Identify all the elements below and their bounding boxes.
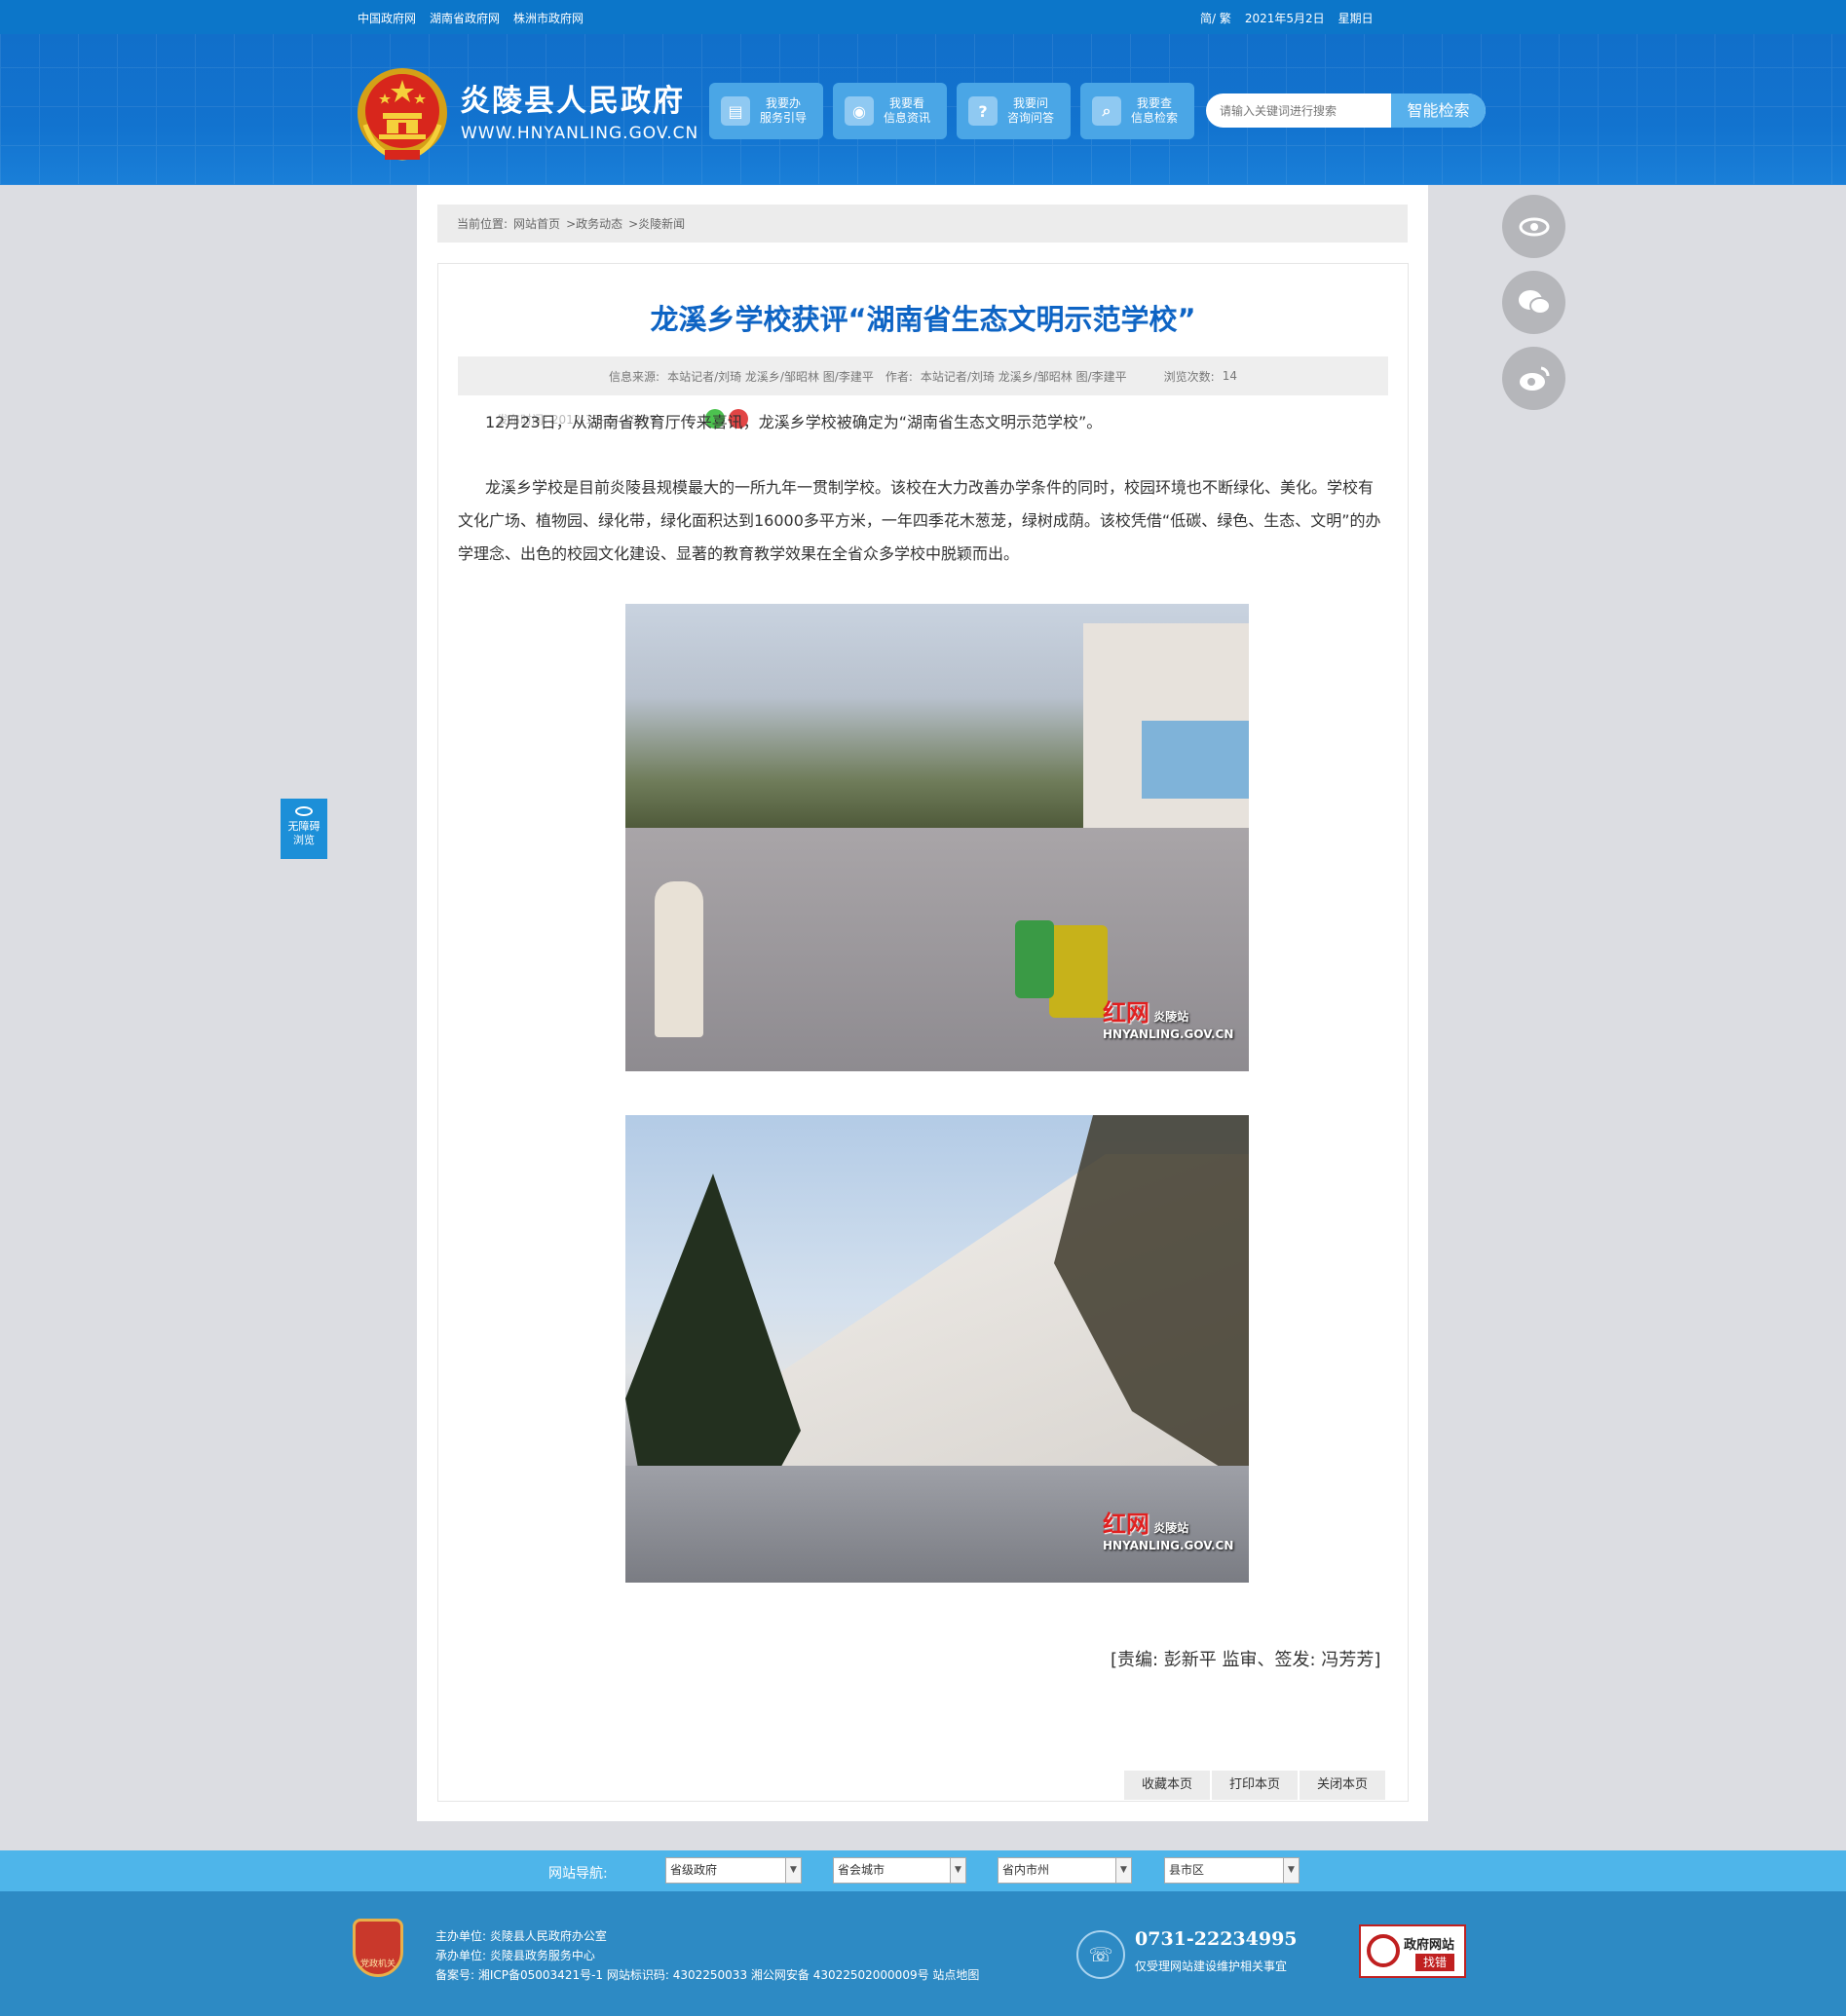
breadcrumb-home[interactable]: 网站首页	[513, 215, 560, 232]
search-button[interactable]: 智能检索	[1391, 93, 1486, 128]
organizer-unit: 承办单位: 炎陵县政务服务中心	[435, 1949, 595, 1962]
select-value: 县市区	[1169, 1863, 1205, 1877]
select-county[interactable]: 县市区 ▼	[1164, 1857, 1300, 1884]
wechat-icon[interactable]	[1502, 271, 1565, 334]
favorite-button[interactable]: 收藏本页	[1124, 1771, 1210, 1800]
article-paragraph-1: 12月23日，从湖南省教育厅传来喜讯，龙溪乡学校被确定为“湖南省生态文明示范学校…	[485, 413, 1103, 431]
chevron-down-icon: ▼	[1115, 1858, 1131, 1883]
lang-switch[interactable]: 简/ 繁	[1200, 10, 1231, 26]
chevron-down-icon: ▼	[950, 1858, 965, 1883]
views-label: 浏览次数:	[1163, 369, 1215, 384]
breadcrumb-category[interactable]: >炎陵新闻	[628, 215, 685, 232]
billboard	[1142, 721, 1249, 799]
search-input[interactable]	[1206, 93, 1391, 128]
accessibility-button[interactable]: 无障碍 浏览	[281, 799, 327, 859]
quick-link-subtitle: 咨询问答	[1007, 111, 1055, 125]
site-title: 炎陵县人民政府	[460, 84, 685, 119]
article-actions: 收藏本页 打印本页 关闭本页	[1124, 1771, 1385, 1800]
source-value: 本站记者/刘琦 龙溪乡/邹昭林 图/李建平	[667, 369, 874, 384]
quick-link-search[interactable]: ⌕ 我要查 信息检索	[1080, 83, 1194, 139]
author-label: 作者:	[885, 369, 913, 384]
phone-icon: ☏	[1076, 1930, 1125, 1979]
author-value: 本站记者/刘琦 龙溪乡/邹昭林 图/李建平	[920, 369, 1127, 384]
search-box: 智能检索	[1206, 93, 1486, 128]
article-photo-building: 红网 炎陵站 HNYANLING.GOV.CN	[625, 1115, 1249, 1583]
select-value: 省内市州	[1002, 1863, 1050, 1877]
party-gov-badge-icon[interactable]: 党政机关	[353, 1919, 403, 1977]
quick-link-ask[interactable]: ? 我要问 咨询问答	[957, 83, 1071, 139]
select-value: 省级政府	[670, 1863, 718, 1877]
watermark: 红网 炎陵站 HNYANLING.GOV.CN	[1103, 999, 1234, 1041]
eye-icon[interactable]	[1502, 195, 1565, 258]
gov-site-label: 政府网站	[1404, 1938, 1455, 1953]
pine-tree	[625, 1174, 801, 1495]
link-china-gov[interactable]: 中国政府网	[358, 10, 416, 26]
quick-link-service[interactable]: ▤ 我要办 服务引导	[709, 83, 823, 139]
site-footer: 党政机关 主办单位: 炎陵县人民政府办公室 承办单位: 炎陵县政务服务中心 备案…	[0, 1891, 1846, 2016]
trash-bin	[1015, 920, 1054, 998]
quick-link-title: 我要查	[1137, 96, 1173, 110]
contact-note: 仅受理网站建设维护相关事宜	[1135, 1960, 1288, 1973]
quick-link-subtitle: 服务引导	[760, 111, 808, 125]
views-count: 14	[1222, 369, 1237, 383]
top-links: 中国政府网 湖南省政府网 株洲市政府网	[358, 10, 584, 26]
footer-info: 主办单位: 炎陵县人民政府办公室 承办单位: 炎陵县政务服务中心 备案号: 湘I…	[435, 1926, 979, 1985]
article-title: 龙溪乡学校获评“湖南省生态文明示范学校”	[650, 303, 1196, 336]
child	[655, 881, 703, 1037]
breadcrumb-section[interactable]: >政务动态	[566, 215, 622, 232]
current-date: 2021年5月2日	[1244, 12, 1325, 25]
site-nav-bar: 网站导航: 省级政府 ▼ 省会城市 ▼ 省内市州 ▼ 县市区 ▼	[0, 1850, 1846, 1891]
quick-link-title: 我要问	[1013, 96, 1049, 110]
accessibility-label: 浏览	[293, 834, 315, 846]
chevron-down-icon: ▼	[1283, 1858, 1299, 1883]
article-photo-courtyard: 红网 炎陵站 HNYANLING.GOV.CN	[625, 604, 1249, 1071]
eye-icon: ◉	[845, 96, 874, 126]
select-value: 省会城市	[838, 1863, 885, 1877]
badge-text: 党政机关	[359, 1960, 396, 1969]
breadcrumb-prefix: 当前位置:	[457, 217, 509, 231]
document-icon: ▤	[721, 96, 750, 126]
editor-credit: [责编: 彭新平 监审、签发: 冯芳芳]	[1111, 1650, 1381, 1670]
record-info: 备案号: 湘ICP备05003421号-1 网站标识码: 4302250033 …	[435, 1968, 980, 1982]
site-nav-label: 网站导航:	[548, 1866, 608, 1882]
print-button[interactable]: 打印本页	[1212, 1771, 1298, 1800]
link-hunan-gov[interactable]: 湖南省政府网	[430, 10, 500, 26]
select-provincial-gov[interactable]: 省级政府 ▼	[665, 1857, 802, 1884]
site-header: 炎陵县人民政府 WWW.HNYANLING.GOV.CN ▤ 我要办 服务引导 ◉…	[0, 34, 1846, 185]
article-meta: 信息来源: 本站记者/刘琦 龙溪乡/邹昭林 图/李建平 作者: 本站记者/刘琦 …	[458, 356, 1388, 395]
close-button[interactable]: 关闭本页	[1300, 1771, 1385, 1800]
watermark: 红网 炎陵站 HNYANLING.GOV.CN	[1103, 1511, 1234, 1552]
quick-link-title: 我要办	[766, 96, 802, 110]
accessibility-label: 无障碍	[287, 820, 320, 833]
quick-link-subtitle: 信息资讯	[884, 111, 931, 125]
top-right: 简/ 繁 2021年5月2日 星期日	[1200, 10, 1374, 26]
report-error-label: 找错	[1415, 1954, 1454, 1971]
chevron-down-icon: ▼	[785, 1858, 801, 1883]
search-icon: ⌕	[1092, 96, 1121, 126]
site-url: WWW.HNYANLING.GOV.CN	[461, 124, 699, 143]
gov-site-error-report[interactable]: 政府网站 找错	[1359, 1924, 1466, 1978]
link-zhuzhou-gov[interactable]: 株洲市政府网	[513, 10, 584, 26]
current-weekday: 星期日	[1337, 12, 1374, 25]
magnifier-icon	[1367, 1934, 1400, 1967]
national-emblem-icon	[358, 68, 447, 161]
eye-icon	[295, 806, 313, 816]
question-icon: ?	[968, 96, 998, 126]
source-label: 信息来源:	[609, 369, 660, 384]
top-bar: 中国政府网 湖南省政府网 株洲市政府网 简/ 繁 2021年5月2日 星期日	[0, 0, 1846, 34]
breadcrumb: 当前位置: 网站首页 >政务动态 >炎陵新闻	[437, 205, 1408, 243]
quick-link-title: 我要看	[889, 96, 925, 110]
host-unit: 主办单位: 炎陵县人民政府办公室	[435, 1929, 607, 1943]
select-prefecture[interactable]: 省内市州 ▼	[998, 1857, 1132, 1884]
article-paragraph-2: 龙溪乡学校是目前炎陵县规模最大的一所九年一贯制学校。该校在大力改善办学条件的同时…	[458, 478, 1381, 563]
select-capital-city[interactable]: 省会城市 ▼	[833, 1857, 966, 1884]
contact-phone: 0731-22234995	[1135, 1928, 1298, 1950]
quick-link-info[interactable]: ◉ 我要看 信息资讯	[833, 83, 947, 139]
weibo-icon[interactable]	[1502, 347, 1565, 410]
trash-bin	[1049, 925, 1108, 1018]
quick-link-subtitle: 信息检索	[1131, 111, 1179, 125]
